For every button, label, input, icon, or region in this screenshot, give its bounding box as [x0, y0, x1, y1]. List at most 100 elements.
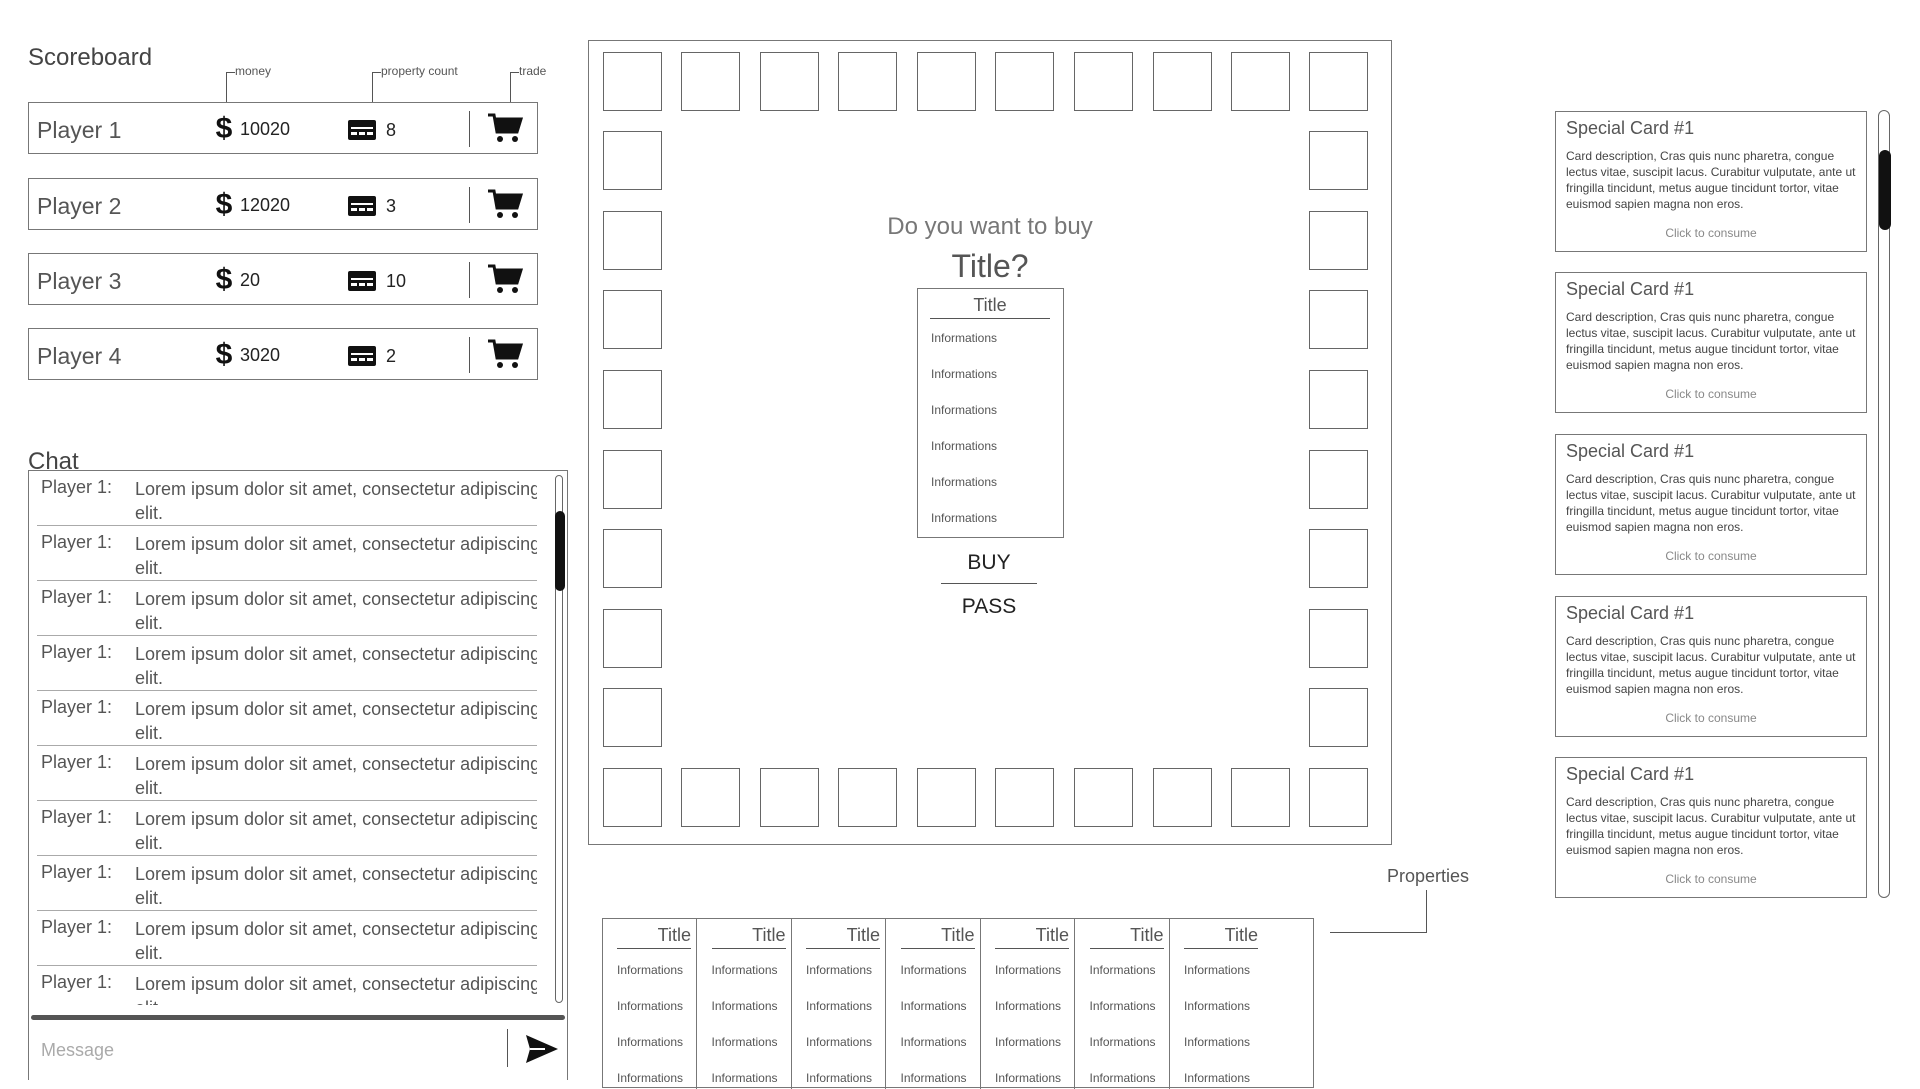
owned-property-info: Informations [1184, 999, 1251, 1013]
board-space[interactable] [838, 52, 897, 111]
board-space[interactable] [917, 768, 976, 827]
owned-property-title: Title [617, 925, 691, 949]
board-space[interactable] [1074, 768, 1133, 827]
chat-horizontal-scrollbar[interactable] [31, 1015, 565, 1020]
send-icon[interactable] [525, 1033, 559, 1065]
owned-property-title: Title [1089, 925, 1164, 949]
special-card[interactable]: Special Card #1 Card description, Cras qu… [1555, 596, 1867, 737]
property-card-info: Informations [931, 439, 998, 453]
owned-property-info: Informations [711, 999, 778, 1013]
owned-property-card[interactable]: Title Informations Informations Information… [887, 919, 981, 1089]
properties-annotation-line [1426, 890, 1427, 932]
special-cards-scrollbar-thumb[interactable] [1879, 150, 1891, 230]
special-card-description: Card description, Cras quis nunc pharetr… [1566, 795, 1856, 857]
pass-button[interactable]: PASS [941, 595, 1037, 619]
board-space[interactable] [1153, 52, 1212, 111]
chat-scrollbar-thumb[interactable] [555, 511, 565, 591]
owned-property-info: Informations [900, 999, 967, 1013]
svg-text:$: $ [216, 189, 233, 219]
owned-property-info: Informations [1184, 963, 1251, 977]
cart-icon[interactable] [487, 188, 523, 220]
owned-property-card[interactable]: Title Informations Informations Information… [792, 919, 886, 1089]
owned-property-card[interactable]: Title Informations Informations Information… [1076, 919, 1170, 1089]
special-card-title: Special Card #1 [1566, 279, 1695, 299]
owned-property-card[interactable]: Title Informations Informations Information… [603, 919, 697, 1089]
board-space[interactable] [995, 52, 1054, 111]
player-property-count: 2 [386, 346, 397, 366]
owned-property-card[interactable]: Title Informations Informations Information… [1170, 919, 1264, 1089]
svg-text:$: $ [216, 113, 233, 143]
owned-property-card[interactable]: Title Informations Informations Information… [981, 919, 1075, 1089]
owned-property-card[interactable]: Title Informations Informations Information… [698, 919, 792, 1089]
board-space[interactable] [681, 768, 740, 827]
board-space[interactable] [1309, 290, 1368, 349]
board-space[interactable] [1309, 609, 1368, 668]
owned-property-info: Informations [1089, 963, 1156, 977]
cart-icon[interactable] [487, 338, 523, 370]
board-space[interactable] [1309, 211, 1368, 270]
cart-icon[interactable] [487, 112, 523, 144]
consume-card-button[interactable]: Click to consume [1556, 387, 1866, 401]
dollar-icon: $ [216, 264, 233, 294]
dollar-icon: $ [216, 113, 233, 143]
board-space[interactable] [603, 52, 662, 111]
consume-card-button[interactable]: Click to consume [1556, 226, 1866, 240]
consume-card-button[interactable]: Click to consume [1556, 711, 1866, 725]
chat-sender: Player 1: [41, 642, 113, 662]
board-space[interactable] [1074, 52, 1133, 111]
board-space[interactable] [760, 768, 819, 827]
chat-message: Player 1: Lorem ipsum dolor sit amet, con… [37, 691, 537, 746]
owned-property-info: Informations [617, 1035, 684, 1049]
message-input[interactable] [31, 1027, 513, 1073]
property-card: Title Informations Informations Informatio… [917, 288, 1064, 538]
board-space[interactable] [1309, 450, 1368, 509]
board-space[interactable] [603, 211, 662, 270]
board-space[interactable] [603, 529, 662, 588]
owned-property-title: Title [995, 925, 1069, 949]
board-space[interactable] [1309, 768, 1368, 827]
board-space[interactable] [995, 768, 1054, 827]
owned-property-info: Informations [995, 1035, 1062, 1049]
board-space[interactable] [603, 131, 662, 190]
board-space[interactable] [1231, 52, 1290, 111]
owned-property-info: Informations [1184, 1071, 1251, 1085]
board-space[interactable] [603, 450, 662, 509]
board-space[interactable] [1309, 529, 1368, 588]
consume-card-button[interactable]: Click to consume [1556, 872, 1866, 886]
owned-property-info: Informations [995, 999, 1062, 1013]
board-space[interactable] [1231, 768, 1290, 827]
game-board: Do you want to buy Title? Title Informat… [588, 40, 1392, 845]
board-space[interactable] [681, 52, 740, 111]
card-stack-icon [348, 120, 376, 140]
board-space[interactable] [917, 52, 976, 111]
board-space[interactable] [1309, 688, 1368, 747]
chat-message: Player 1: Lorem ipsum dolor sit amet, con… [37, 966, 537, 1005]
special-card-description: Card description, Cras quis nunc pharetr… [1566, 472, 1856, 534]
buy-button[interactable]: BUY [941, 551, 1037, 575]
board-space[interactable] [603, 768, 662, 827]
special-card[interactable]: Special Card #1 Card description, Cras qu… [1555, 757, 1867, 898]
owned-property-info: Informations [711, 963, 778, 977]
special-card[interactable]: Special Card #1 Card description, Cras qu… [1555, 111, 1867, 252]
card-stack-icon [348, 196, 376, 216]
card-stack-icon [348, 271, 376, 291]
board-space[interactable] [603, 609, 662, 668]
trade-separator [469, 111, 470, 147]
board-space[interactable] [760, 52, 819, 111]
board-space[interactable] [1309, 370, 1368, 429]
owned-property-info: Informations [711, 1035, 778, 1049]
cart-icon[interactable] [487, 263, 523, 295]
board-space[interactable] [1309, 52, 1368, 111]
owned-property-info: Informations [900, 1071, 967, 1085]
special-card[interactable]: Special Card #1 Card description, Cras qu… [1555, 272, 1867, 413]
property-card-info: Informations [931, 475, 998, 489]
board-space[interactable] [838, 768, 897, 827]
board-space[interactable] [603, 290, 662, 349]
board-space[interactable] [1153, 768, 1212, 827]
board-space[interactable] [1309, 131, 1368, 190]
board-space[interactable] [603, 688, 662, 747]
board-space[interactable] [603, 370, 662, 429]
consume-card-button[interactable]: Click to consume [1556, 549, 1866, 563]
special-card[interactable]: Special Card #1 Card description, Cras qu… [1555, 434, 1867, 575]
special-card-description: Card description, Cras quis nunc pharetr… [1566, 310, 1856, 372]
